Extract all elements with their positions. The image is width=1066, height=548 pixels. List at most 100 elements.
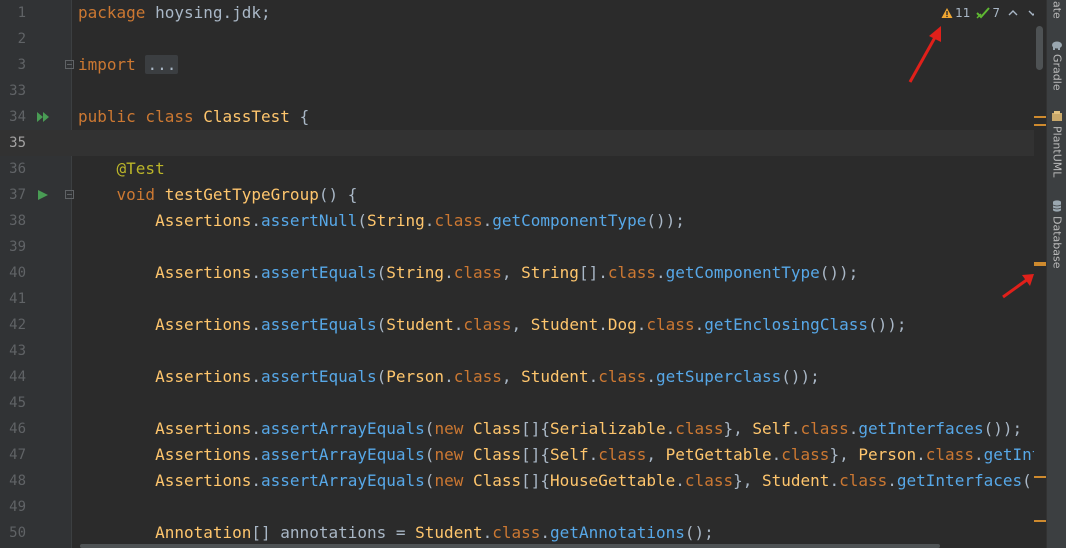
code-token: []{ — [521, 419, 551, 438]
line-number: 34 — [9, 109, 26, 125]
gutter-row[interactable]: 2 — [0, 26, 72, 52]
tool-tab-partial[interactable]: date — [1047, 0, 1066, 19]
code-line[interactable] — [72, 130, 1034, 156]
code-token: Person — [858, 445, 917, 464]
code-token: Serializable — [550, 419, 666, 438]
code-token: class — [434, 211, 483, 230]
run-all-tests-icon[interactable] — [36, 110, 50, 124]
line-number: 50 — [9, 525, 26, 541]
code-line[interactable] — [72, 390, 1034, 416]
tool-tab-gradle[interactable]: Gradle — [1047, 40, 1066, 91]
gutter-row[interactable]: 43 — [0, 338, 72, 364]
code-token: getInterfaces — [983, 445, 1034, 464]
checkmark-icon — [976, 7, 991, 19]
code-line[interactable]: Assertions.assertEquals(Student.class, S… — [72, 312, 1034, 338]
code-line[interactable]: Annotation[] annotations = Student.class… — [72, 520, 1034, 546]
tool-tab-database[interactable]: Database — [1047, 200, 1066, 269]
code-token: . — [482, 211, 493, 230]
code-token: package — [78, 3, 156, 22]
code-token: Assertions — [155, 445, 252, 464]
horizontal-scrollbar[interactable] — [80, 544, 1034, 548]
gutter-row[interactable]: 48 — [0, 468, 72, 494]
code-token: class — [925, 445, 974, 464]
code-token: []. — [578, 263, 608, 282]
code-token: class — [839, 471, 888, 490]
code-token: , — [511, 315, 531, 334]
code-token: . — [829, 471, 840, 490]
gutter-row[interactable]: 45 — [0, 390, 72, 416]
code-token: ()); — [867, 315, 907, 334]
gutter-row[interactable]: 40 — [0, 260, 72, 286]
gutter-row[interactable]: 50 — [0, 520, 72, 546]
stripe-mark[interactable] — [1034, 476, 1046, 478]
gutter-row[interactable]: 35 — [0, 130, 72, 156]
code-token: Dog — [607, 315, 637, 334]
vertical-scroll-thumb[interactable] — [1036, 26, 1043, 70]
gutter-row[interactable]: 39 — [0, 234, 72, 260]
gutter-row[interactable]: 34 — [0, 104, 72, 130]
code-token: }, — [829, 445, 859, 464]
code-line[interactable]: package hoysing.jdk; — [72, 0, 1034, 26]
gutter-row[interactable]: 46 — [0, 416, 72, 442]
code-token: . — [646, 367, 657, 386]
inspection-widget[interactable]: 11 7 — [941, 4, 1040, 22]
code-line[interactable] — [72, 494, 1034, 520]
code-line[interactable]: Assertions.assertArrayEquals(new Class[]… — [72, 416, 1034, 442]
code-line[interactable] — [72, 234, 1034, 260]
gutter-row[interactable]: 42 — [0, 312, 72, 338]
code-line[interactable]: Assertions.assertArrayEquals(new Class[]… — [72, 468, 1034, 494]
code-token: assertEquals — [261, 367, 377, 386]
gutter-row[interactable]: 1 — [0, 0, 72, 26]
weak-warnings-counter[interactable]: 7 — [976, 6, 1000, 20]
code-line[interactable] — [72, 338, 1034, 364]
code-line[interactable]: Assertions.assertEquals(String.class, St… — [72, 260, 1034, 286]
code-token: getAnnotations — [550, 523, 685, 542]
gutter-row[interactable]: 44 — [0, 364, 72, 390]
code-line[interactable] — [72, 78, 1034, 104]
code-line[interactable]: Assertions.assertArrayEquals(new Class[]… — [72, 442, 1034, 468]
gutter-row[interactable]: 33 — [0, 78, 72, 104]
code-token: String — [521, 263, 579, 282]
code-token: . — [540, 523, 551, 542]
code-token: getEnclosingClass — [704, 315, 868, 334]
gutter-row[interactable]: 47 — [0, 442, 72, 468]
code-line[interactable]: import ... — [72, 52, 1034, 78]
gutter-row[interactable]: 38 — [0, 208, 72, 234]
code-editor[interactable]: package hoysing.jdk; import ... public cla… — [72, 0, 1034, 548]
code-line[interactable]: @Test — [72, 156, 1034, 182]
stripe-mark[interactable] — [1034, 124, 1046, 126]
code-line[interactable] — [72, 26, 1034, 52]
code-line[interactable]: Assertions.assertNull(String.class.getCo… — [72, 208, 1034, 234]
code-line[interactable] — [72, 286, 1034, 312]
code-line[interactable]: Assertions.assertEquals(Person.class, St… — [72, 364, 1034, 390]
code-token: . — [848, 419, 859, 438]
code-token: Assertions — [155, 211, 252, 230]
gutter-row[interactable]: 37 — [0, 182, 74, 208]
tool-tab-plantuml[interactable]: PlantUML — [1047, 110, 1066, 177]
code-token: ( — [357, 211, 367, 230]
red-arrow-annotation — [1002, 274, 1034, 299]
stripe-mark[interactable] — [1034, 520, 1046, 522]
code-token: . — [656, 263, 666, 282]
gutter-row[interactable]: 49 — [0, 494, 72, 520]
stripe-mark[interactable] — [1034, 116, 1046, 118]
gutter-row[interactable]: 41 — [0, 286, 72, 312]
code-token: ClassTest — [203, 107, 290, 126]
horizontal-scroll-thumb[interactable] — [80, 544, 940, 548]
code-token: . — [482, 523, 493, 542]
code-line[interactable]: void testGetTypeGroup() { — [72, 182, 1034, 208]
code-line[interactable]: public class ClassTest { — [72, 104, 1034, 130]
stripe-mark[interactable] — [1034, 262, 1046, 266]
gutter-row[interactable]: 36 — [0, 156, 72, 182]
code-text: Assertions.assertNull(String.class.getCo… — [78, 208, 685, 234]
code-token: testGetTypeGroup — [164, 185, 319, 204]
folded-imports[interactable]: ... — [145, 55, 179, 74]
warnings-counter[interactable]: 11 — [941, 6, 970, 20]
gutter-row[interactable]: 3 — [0, 52, 74, 78]
code-token: getComponentType — [665, 263, 820, 282]
previous-highlight-button[interactable] — [1006, 6, 1020, 20]
run-test-icon[interactable] — [36, 188, 50, 202]
